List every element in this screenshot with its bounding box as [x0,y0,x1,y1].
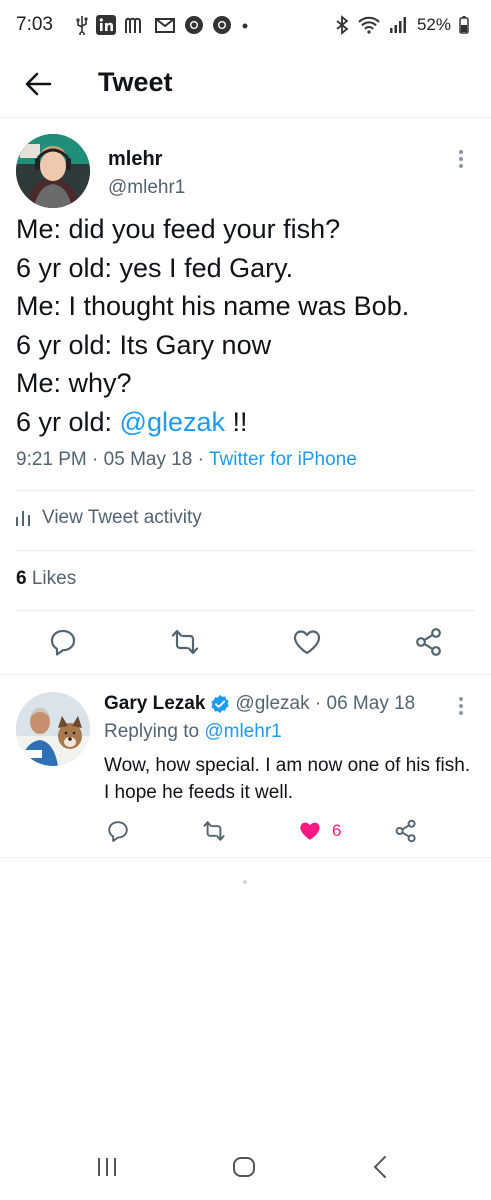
reply-tweet[interactable]: Gary Lezak @glezak · 06 May 18 Replying … [0,675,491,857]
usb-icon [76,16,88,35]
divider [0,857,491,858]
bluetooth-icon [336,15,349,35]
recent-apps-icon[interactable] [92,1152,122,1182]
reply-button[interactable] [106,818,130,844]
avatar[interactable] [16,692,90,766]
notification-icons [76,14,250,36]
linkedin-icon [96,15,116,35]
verified-badge-icon [211,695,230,713]
replying-to: Replying to @mlehr1 [104,721,282,743]
replying-label: Replying to [104,721,205,742]
divider [16,490,475,491]
status-indicators: 52% [335,14,469,36]
more-options-icon[interactable] [451,695,471,717]
reply-text: Wow, how special. I am now one of his fi… [104,755,471,803]
tweet-text-suffix: !! [225,406,248,437]
divider [16,550,475,551]
home-icon[interactable] [229,1152,259,1182]
wifi-icon [358,16,380,34]
m-app-icon [125,17,141,33]
tweet-text-line: 6 yr old: Its Gary now [16,329,272,360]
loading-indicator [243,880,247,884]
retweet-icon [203,821,225,841]
gmail-icon [155,18,175,33]
battery-percent: 52% [416,15,451,34]
system-navigation-bar [0,1138,491,1200]
tweet-actions [0,627,491,667]
tweet-text-prefix: 6 yr old: [16,406,120,437]
retweet-button[interactable] [202,818,226,844]
share-icon[interactable] [414,627,444,657]
share-button[interactable] [394,818,418,844]
divider [16,610,475,611]
page-title: Tweet [98,67,173,97]
reply-author-name[interactable]: Gary Lezak [104,693,205,715]
reply-date: 06 May 18 [326,693,416,714]
tweet-text: Me: did you feed your fish? 6 yr old: ye… [16,210,476,441]
reply-icon[interactable] [48,627,78,657]
analytics-icon [16,511,30,526]
tweet-timestamp: 9:21 PM · 05 May 18 · Twitter for iPhone [16,449,357,471]
chrome-icon [185,16,203,34]
chrome-icon [213,16,231,34]
reply-date-separator: · [309,693,327,714]
battery-icon [459,16,469,34]
avatar[interactable] [16,134,90,208]
meta-separator: · [86,449,104,470]
retweet-icon[interactable] [170,627,200,657]
reply-like-count: 6 [332,821,342,840]
like-button[interactable]: 6 [298,818,341,844]
status-time: 7:03 [16,14,53,35]
view-tweet-activity-button[interactable]: View Tweet activity [16,503,202,533]
like-icon[interactable] [292,627,322,657]
meta-separator: · [192,449,209,470]
likes-count-link[interactable]: 6 Likes [16,568,76,590]
tweet-source-link[interactable]: Twitter for iPhone [209,449,357,470]
tweet-text-line: Me: did you feed your fish? [16,214,341,244]
share-icon [395,819,416,843]
back-arrow-icon[interactable] [24,70,52,98]
reply-actions: 6 [104,818,444,846]
tweet-text-last-line: 6 yr old: @glezak !! [16,403,476,442]
dot-icon [242,23,248,29]
mention-link[interactable]: @glezak [120,407,225,437]
liked-heart-icon [300,822,320,840]
reply-author-handle[interactable]: @glezak [235,693,309,715]
tweet-text-line: 6 yr old: yes I fed Gary. [16,252,294,283]
tweet-text-line: Me: why? [16,368,132,398]
back-icon[interactable] [366,1152,396,1182]
status-bar: 7:03 52% [0,0,491,52]
tweet-text-line: Me: I thought his name was Bob. [16,291,410,321]
reply-header: Gary Lezak @glezak · 06 May 18 [104,693,415,715]
tweet-time: 9:21 PM [16,449,87,470]
replying-mention-link[interactable]: @mlehr1 [204,721,281,742]
reply-icon [108,821,128,842]
likes-label: Likes [31,568,77,589]
signal-icon [389,17,406,33]
top-app-bar: Tweet [0,52,491,118]
likes-count: 6 [16,568,27,589]
more-options-icon[interactable] [451,148,471,170]
tweet-date: 05 May 18 [103,449,193,470]
activity-label: View Tweet activity [42,507,202,528]
author-name[interactable]: mlehr [108,148,162,171]
author-handle[interactable]: @mlehr1 [108,177,185,199]
